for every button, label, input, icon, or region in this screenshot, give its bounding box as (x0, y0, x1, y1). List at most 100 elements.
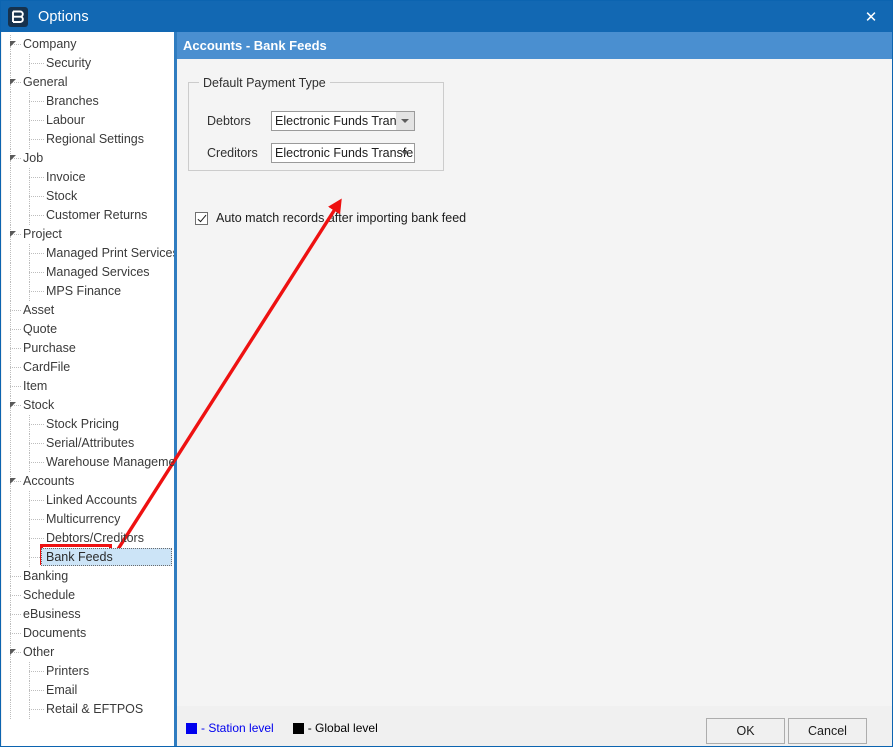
tree-item-bank-feeds[interactable]: Bank Feeds (2, 548, 174, 567)
tree-item-branches[interactable]: Branches (2, 92, 174, 111)
tree-guide-stub (29, 424, 44, 425)
auto-match-checkbox[interactable] (195, 211, 208, 225)
cancel-button[interactable]: Cancel (788, 718, 867, 744)
tree-guide-stub (29, 101, 44, 102)
tree-guide-line (10, 168, 11, 187)
tree-expander-collapse-icon[interactable] (10, 478, 16, 484)
tree-item-label: Email (46, 683, 78, 697)
tree-guide-line (10, 282, 11, 301)
tree-item-item[interactable]: Item (2, 377, 174, 396)
tree-item-label: Debtors/Creditors (46, 531, 144, 545)
tree-item-quote[interactable]: Quote (2, 320, 174, 339)
tree-guide-stub (29, 443, 44, 444)
tree-item-accounts[interactable]: Accounts (2, 472, 174, 491)
tree-item-warehouse-management[interactable]: Warehouse Management (2, 453, 174, 472)
tree-guide-stub (10, 329, 21, 330)
tree-item-serial-attributes[interactable]: Serial/Attributes (2, 434, 174, 453)
tree-item-stock-pricing[interactable]: Stock Pricing (2, 415, 174, 434)
tree-guide-line (10, 529, 11, 548)
creditors-payment-type-value: Electronic Funds Transfer (275, 146, 414, 160)
tree-item-label: Stock (23, 398, 55, 412)
tree-item-cardfile[interactable]: CardFile (2, 358, 174, 377)
tree-item-label: Stock Pricing (46, 417, 119, 431)
window-title-bar: Options ✕ (1, 1, 892, 32)
tree-item-linked-accounts[interactable]: Linked Accounts (2, 491, 174, 510)
tree-guide-stub (29, 253, 44, 254)
tree-item-managed-services[interactable]: Managed Services (2, 263, 174, 282)
tree-item-customer-returns[interactable]: Customer Returns (2, 206, 174, 225)
tree-expander-collapse-icon[interactable] (10, 231, 16, 237)
tree-guide-line (10, 244, 11, 263)
tree-item-label: Multicurrency (46, 512, 121, 526)
dialog-footer: - Station level - Global level OK Cancel (177, 706, 892, 746)
tree-guide-line (10, 263, 11, 282)
tree-expander-collapse-icon[interactable] (10, 402, 16, 408)
tree-item-email[interactable]: Email (2, 681, 174, 700)
tree-item-labour[interactable]: Labour (2, 111, 174, 130)
tree-item-banking[interactable]: Banking (2, 567, 174, 586)
tree-item-asset[interactable]: Asset (2, 301, 174, 320)
tree-item-label: Banking (23, 569, 69, 583)
tree-item-invoice[interactable]: Invoice (2, 168, 174, 187)
auto-match-checkbox-row[interactable]: Auto match records after importing bank … (195, 211, 466, 225)
tree-guide-line (10, 54, 11, 73)
tree-guide-stub (29, 538, 44, 539)
tree-item-company[interactable]: Company (2, 35, 174, 54)
tree-expander-collapse-icon[interactable] (10, 79, 16, 85)
tree-guide-stub (10, 348, 21, 349)
tree-guide-line (10, 681, 11, 700)
tree-guide-line (10, 415, 11, 434)
tree-item-label: Serial/Attributes (46, 436, 135, 450)
chevron-down-icon[interactable] (396, 112, 414, 130)
tree-item-managed-print-services[interactable]: Managed Print Services (2, 244, 174, 263)
tree-item-printers[interactable]: Printers (2, 662, 174, 681)
tree-item-purchase[interactable]: Purchase (2, 339, 174, 358)
tree-guide-line (10, 453, 11, 472)
tree-item-label: Stock (46, 189, 78, 203)
tree-item-schedule[interactable]: Schedule (2, 586, 174, 605)
global-level-swatch (292, 722, 304, 734)
tree-guide-line (10, 206, 11, 225)
debtors-payment-type-select[interactable]: Electronic Funds Transfer (271, 111, 415, 131)
tree-item-documents[interactable]: Documents (2, 624, 174, 643)
options-category-tree[interactable]: Company Security General Branches Labour Regi… (2, 32, 174, 746)
tree-item-project[interactable]: Project (2, 225, 174, 244)
tree-item-label: Purchase (23, 341, 76, 355)
tree-guide-stub (29, 462, 44, 463)
tree-guide-line (10, 111, 11, 130)
tree-item-mps-finance[interactable]: MPS Finance (2, 282, 174, 301)
tree-item-general[interactable]: General (2, 73, 174, 92)
station-level-swatch (186, 722, 197, 734)
tree-guide-stub (10, 576, 21, 577)
close-icon[interactable]: ✕ (848, 1, 892, 32)
creditors-payment-type-select[interactable]: Electronic Funds Transfer (271, 143, 415, 163)
ok-button[interactable]: OK (706, 718, 785, 744)
tree-item-stock[interactable]: Stock (2, 187, 174, 206)
tree-expander-collapse-icon[interactable] (10, 41, 16, 47)
tree-item-stock[interactable]: Stock (2, 396, 174, 415)
tree-item-security[interactable]: Security (2, 54, 174, 73)
tree-item-ebusiness[interactable]: eBusiness (2, 605, 174, 624)
tree-guide-stub (29, 291, 44, 292)
tree-guide-line (10, 434, 11, 453)
tree-expander-collapse-icon[interactable] (10, 649, 16, 655)
tree-item-label: Regional Settings (46, 132, 144, 146)
tree-item-multicurrency[interactable]: Multicurrency (2, 510, 174, 529)
tree-item-other[interactable]: Other (2, 643, 174, 662)
tree-expander-collapse-icon[interactable] (10, 155, 16, 161)
tree-item-label: CardFile (23, 360, 71, 374)
tree-guide-stub (29, 177, 44, 178)
tree-item-job[interactable]: Job (2, 149, 174, 168)
tree-guide-line (10, 130, 11, 149)
global-level-label: - Global level (307, 721, 378, 735)
tree-item-regional-settings[interactable]: Regional Settings (2, 130, 174, 149)
tree-item-label: Company (23, 37, 77, 51)
debtors-label: Debtors (207, 114, 251, 128)
tree-guide-stub (29, 671, 44, 672)
tree-item-retail-eftpos[interactable]: Retail & EFTPOS (2, 700, 174, 719)
tree-item-label: Accounts (23, 474, 75, 488)
tree-guide-stub (29, 500, 44, 501)
tree-guide-stub (29, 709, 44, 710)
chevron-down-icon[interactable] (396, 144, 414, 162)
tree-item-debtors-creditors[interactable]: Debtors/Creditors (2, 529, 174, 548)
